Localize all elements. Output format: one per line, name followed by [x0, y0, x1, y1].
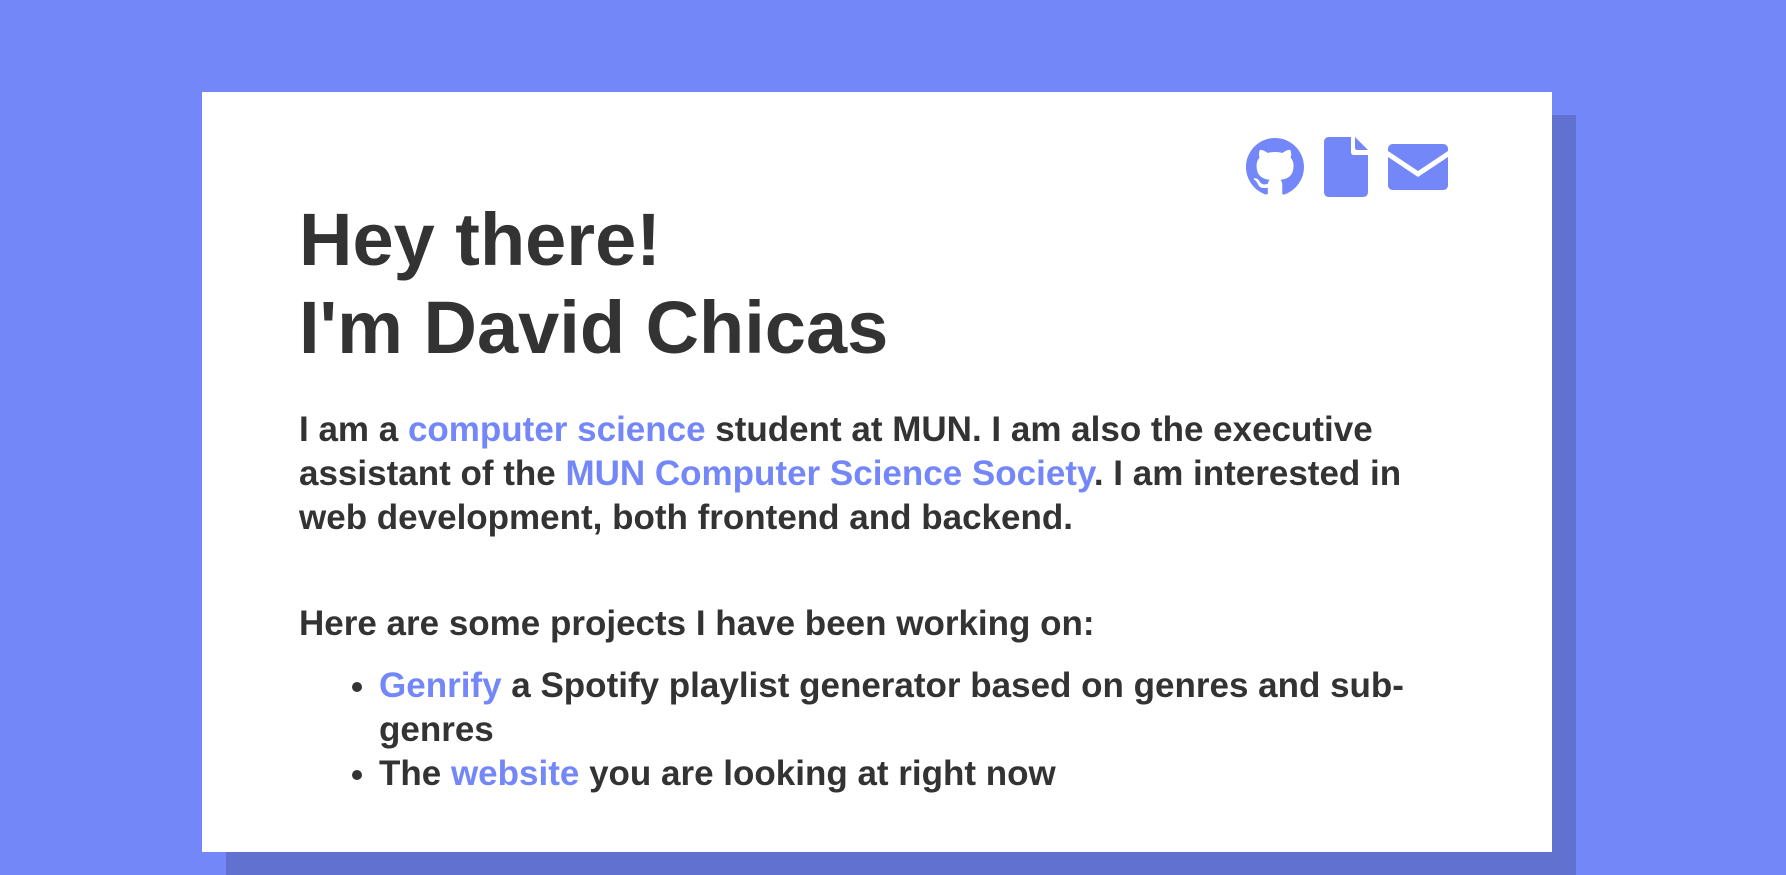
project-prefix: The: [379, 754, 451, 793]
list-item: The website you are looking at right now: [379, 752, 1459, 796]
website-link[interactable]: website: [451, 754, 579, 793]
mail-icon: [1388, 144, 1448, 190]
profile-card: Hey there! I'm David Chicas I am a compu…: [202, 92, 1552, 852]
title-line-1: Hey there!: [299, 198, 661, 281]
list-item: Genrify a Spotify playlist generator bas…: [379, 664, 1459, 752]
projects-heading: Here are some projects I have been worki…: [299, 604, 1095, 643]
main-content: Hey there! I'm David Chicas I am a compu…: [299, 196, 1459, 796]
intro-text: I am a: [299, 410, 408, 449]
email-link[interactable]: [1388, 144, 1448, 190]
computer-science-link[interactable]: computer science: [408, 410, 706, 449]
cs-society-link[interactable]: MUN Computer Science Society: [565, 454, 1093, 493]
github-link[interactable]: [1246, 138, 1304, 196]
project-description: a Spotify playlist generator based on ge…: [379, 666, 1404, 749]
projects-list: Genrify a Spotify playlist generator bas…: [299, 664, 1459, 796]
project-description: you are looking at right now: [579, 754, 1056, 793]
header-icon-links: [1246, 137, 1448, 197]
github-icon: [1246, 138, 1304, 195]
page-title: Hey there! I'm David Chicas: [299, 196, 1459, 372]
document-icon: [1324, 137, 1368, 197]
title-line-2: I'm David Chicas: [299, 286, 889, 369]
resume-link[interactable]: [1324, 137, 1368, 197]
intro-paragraph: I am a computer science student at MUN. …: [299, 408, 1459, 540]
genrify-link[interactable]: Genrify: [379, 666, 502, 705]
